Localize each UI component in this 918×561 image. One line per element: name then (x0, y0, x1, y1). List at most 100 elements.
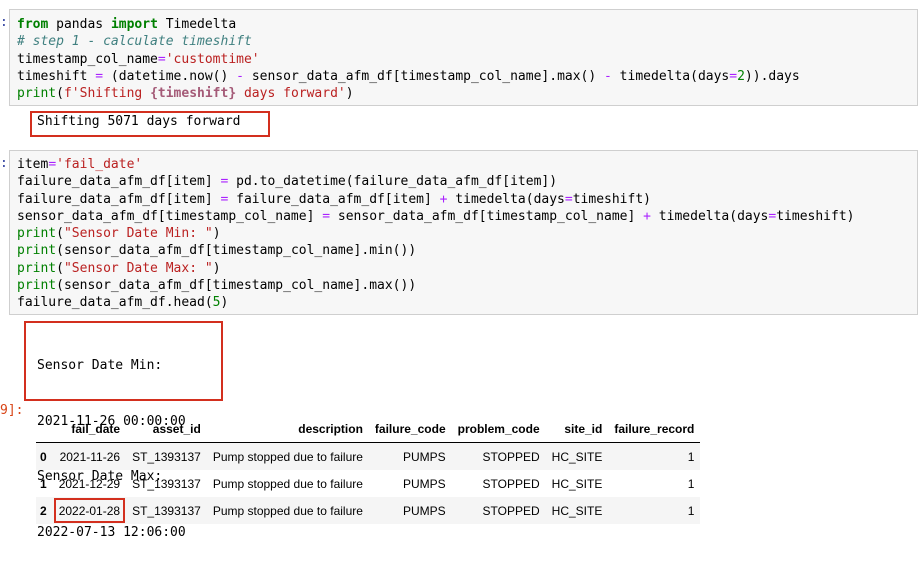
operator: - (604, 68, 612, 84)
code-text: timedelta(days (447, 191, 565, 207)
code-text: timedelta(days (611, 68, 730, 84)
column-header: asset_id (152, 422, 201, 436)
table-cell: 2021-12-29 (58, 476, 121, 491)
row-index: 1 (40, 476, 47, 491)
table-header-row: fail_date asset_id description failure_c… (36, 416, 701, 443)
table-cell-highlighted: 2022-01-28 (53, 497, 126, 524)
code-text: timestamp_col_name (17, 51, 158, 67)
string-literal: days forward' (236, 86, 346, 102)
string-literal: "Sensor Date Max: " (63, 260, 213, 276)
string-literal: 'fail_date' (56, 157, 143, 172)
table-row: 1 2021-12-29 ST_1393137 Pump stopped due… (36, 470, 700, 497)
builtin-print: print (17, 278, 57, 294)
code-editor[interactable]: item = 'fail_date' failure_data_afm_df[ite… (17, 156, 855, 312)
table-cell: HC_SITE (551, 476, 603, 491)
table-cell: ST_1393137 (132, 476, 201, 491)
code-text: ) (345, 86, 354, 102)
table-cell: PUMPS (402, 503, 446, 518)
column-header: failure_code (374, 422, 446, 436)
keyword: import (110, 17, 158, 32)
table-cell: HC_SITE (551, 503, 603, 518)
operator: - (236, 68, 244, 84)
table-cell: Pump stopped due to failure (212, 449, 363, 464)
table-row: 2 2022-01-28 ST_1393137 Pump stopped due… (36, 497, 701, 524)
operator: = (322, 208, 331, 224)
operator: = (729, 68, 738, 84)
code-text: (datetime.now() (103, 68, 237, 84)
operator: = (157, 51, 166, 67)
table-cell: STOPPED (482, 449, 540, 464)
table-row: 0 2021-11-26 ST_1393137 Pump stopped due… (36, 442, 701, 470)
code-text: sensor_data_afm_df[timestamp_col_name].m… (244, 68, 605, 84)
code-editor[interactable]: from pandas import Timedelta # step 1 - … (17, 16, 800, 102)
code-text: ( (56, 226, 64, 242)
code-text: timedelta(days (650, 208, 769, 224)
operator: = (564, 191, 573, 207)
table-cell: Pump stopped due to failure (212, 476, 363, 491)
operator: = (95, 68, 104, 84)
code-text: timeshift) (776, 208, 855, 224)
code-text: failure_data_afm_df[item] (17, 191, 221, 207)
keyword: from (17, 17, 49, 32)
code-text: ) (212, 260, 221, 276)
output-line: 2022-07-13 12:06:00 (37, 524, 186, 540)
code-comment: # step 1 - calculate timeshift (17, 34, 252, 50)
column-header: failure_record (614, 422, 695, 436)
code-text: ( (56, 86, 64, 102)
column-header: description (298, 422, 363, 436)
column-header: fail_date (71, 422, 121, 436)
table-cell: ST_1393137 (132, 449, 201, 464)
row-index: 2 (40, 503, 47, 518)
builtin-print: print (17, 226, 57, 242)
code-text: failure_data_afm_df[item] (17, 174, 221, 190)
code-text: Timedelta (157, 17, 237, 32)
builtin-print: print (17, 260, 57, 276)
code-text: ) (220, 295, 229, 311)
code-text: ) (212, 226, 221, 242)
code-text: sensor_data_afm_df[timestamp_col_name] (17, 208, 323, 224)
number-literal: 5 (212, 295, 221, 311)
column-header: problem_code (457, 422, 540, 436)
table-cell: Pump stopped due to failure (212, 503, 363, 518)
table-cell: HC_SITE (551, 449, 603, 464)
table-cell: PUMPS (402, 449, 446, 464)
cell-prompt: : (0, 156, 8, 171)
code-text: (sensor_data_afm_df[timestamp_col_name].… (56, 243, 417, 259)
code-cell-1[interactable]: from pandas import Timedelta # step 1 - … (9, 9, 918, 106)
table-cell: 2021-11-26 (59, 449, 121, 464)
string-literal: f'Shifting (63, 86, 151, 102)
string-literal: 'customtime' (165, 51, 260, 67)
highlight-box (30, 111, 270, 137)
code-text: item (17, 157, 49, 172)
number-literal: 2 (737, 68, 745, 84)
column-header: site_id (564, 422, 603, 436)
code-text: (sensor_data_afm_df[timestamp_col_name].… (56, 278, 417, 294)
fstring-field: {timeshift} (150, 86, 237, 102)
code-text: pandas (48, 17, 111, 32)
code-text: ( (56, 260, 64, 276)
code-text: timeshift (17, 68, 96, 84)
highlight-box (24, 321, 223, 401)
table-cell: ST_1393137 (132, 503, 201, 518)
index-header (36, 416, 53, 443)
table-cell: 1 (687, 503, 695, 518)
cell-prompt: : (0, 15, 8, 30)
operator: + (643, 208, 651, 224)
table-cell: STOPPED (482, 476, 540, 491)
table-cell: 1 (687, 449, 695, 464)
output-prompt: 9]: (0, 403, 24, 418)
string-literal: "Sensor Date Min: " (63, 226, 213, 242)
code-text: timeshift) (572, 191, 651, 207)
builtin-print: print (17, 243, 57, 259)
code-text: failure_data_afm_df[item] (228, 191, 440, 207)
code-text: sensor_data_afm_df[timestamp_col_name] (330, 208, 644, 224)
code-text: failure_data_afm_df.head( (17, 295, 213, 311)
code-text: )).days (744, 68, 800, 84)
table-cell: PUMPS (402, 476, 446, 491)
table-cell: STOPPED (482, 503, 540, 518)
builtin-print: print (17, 86, 57, 102)
code-cell-2[interactable]: item = 'fail_date' failure_data_afm_df[ite… (9, 150, 918, 315)
code-text: pd.to_datetime(failure_data_afm_df[item]… (228, 174, 558, 190)
dataframe-table: fail_date asset_id description failure_c… (36, 416, 701, 524)
table-cell: 1 (687, 476, 695, 491)
